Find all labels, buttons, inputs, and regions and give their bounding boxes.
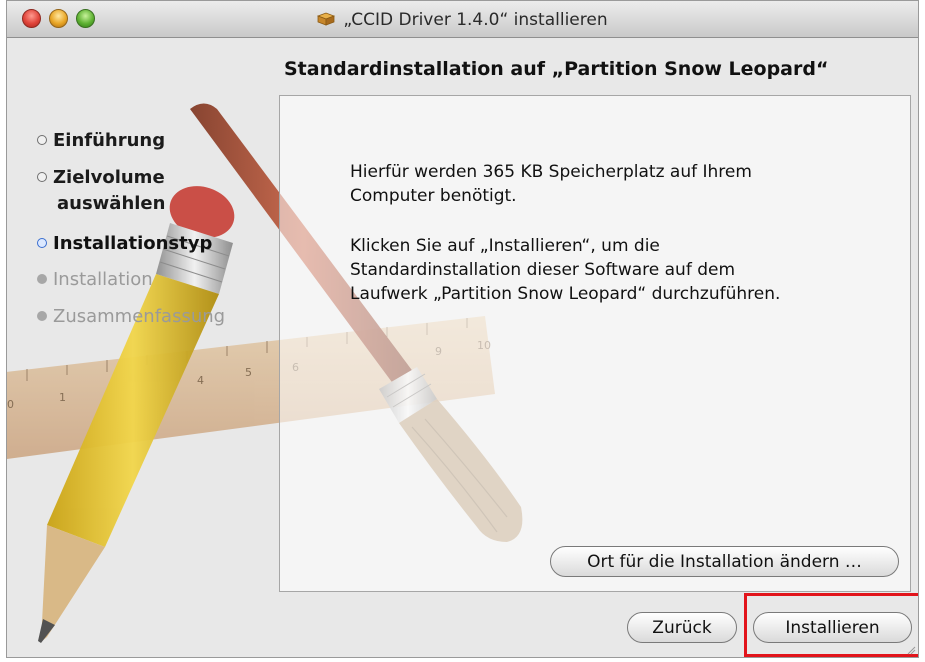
step-installation: Installation: [37, 267, 153, 293]
step-done-icon: [37, 135, 47, 145]
step-label: Installation: [53, 269, 153, 290]
title-bar[interactable]: „CCID Driver 1.4.0“ installieren: [7, 1, 918, 38]
step-summary: Zusammenfassung: [37, 304, 225, 330]
back-button[interactable]: Zurück: [627, 612, 737, 643]
content-panel: Hierfür werden 365 KB Speicherplatz auf …: [279, 95, 911, 592]
message-line: Laufwerk „Partition Snow Leopard“ durchz…: [350, 284, 781, 304]
message-line: Computer benötigt.: [350, 186, 517, 206]
step-destination: Zielvolume auswählen: [37, 165, 165, 217]
space-required-message: Hierfür werden 365 KB Speicherplatz auf …: [350, 160, 870, 208]
step-label: Zielvolume: [53, 167, 165, 188]
message-line: Hierfür werden 365 KB Speicherplatz auf …: [350, 162, 752, 182]
ruler-label: 5: [245, 366, 252, 379]
message-line: Standardinstallation dieser Software auf…: [350, 260, 736, 280]
ruler-label: 1: [59, 391, 66, 404]
step-pending-icon: [37, 311, 47, 321]
message-line: Klicken Sie auf „Installieren“, um die: [350, 236, 660, 256]
ruler-label: 4: [197, 374, 204, 387]
step-label-line2: auswählen: [57, 193, 166, 214]
step-introduction: Einführung: [37, 128, 165, 154]
step-label: Zusammenfassung: [53, 306, 226, 327]
step-label: Installationstyp: [53, 233, 213, 254]
step-pending-icon: [37, 274, 47, 284]
change-install-location-button[interactable]: Ort für die Installation ändern …: [550, 546, 899, 577]
step-installation-type: Installationstyp: [37, 231, 212, 257]
resize-grip-icon[interactable]: [906, 645, 916, 655]
install-instructions: Klicken Sie auf „Installieren“, um die S…: [350, 234, 870, 306]
window-title: „CCID Driver 1.4.0“ installieren: [343, 10, 608, 30]
installer-window: „CCID Driver 1.4.0“ installieren 0 1 4 5…: [6, 0, 919, 658]
package-icon: [317, 12, 336, 26]
step-label: Einführung: [53, 130, 166, 151]
highlight-box: [744, 593, 918, 657]
window-title-container: „CCID Driver 1.4.0“ installieren: [7, 10, 918, 30]
step-current-icon: [37, 238, 47, 248]
page-heading: Standardinstallation auf „Partition Snow…: [284, 58, 829, 80]
step-done-icon: [37, 172, 47, 182]
ruler-label: 0: [7, 398, 14, 411]
